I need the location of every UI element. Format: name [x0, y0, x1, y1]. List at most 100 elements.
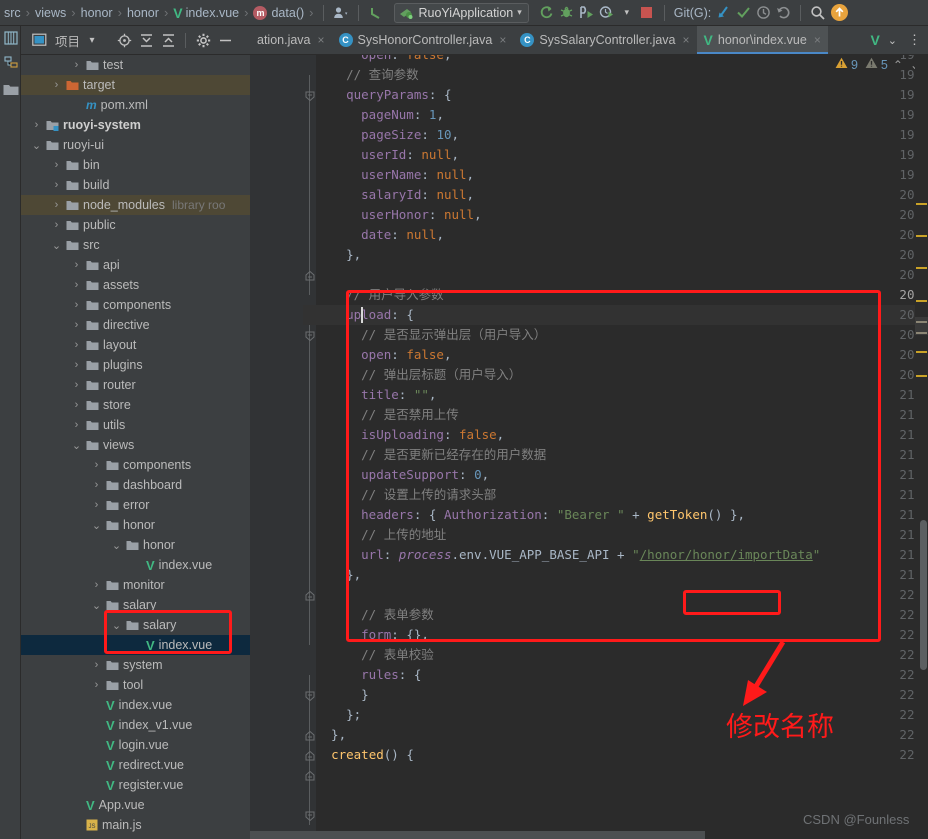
- chevron-right-icon[interactable]: ›: [51, 219, 62, 231]
- structure-tool-icon[interactable]: [0, 50, 21, 74]
- fold-marker-collapse-224[interactable]: [305, 689, 315, 704]
- code-line-206[interactable]: upload: {: [316, 305, 414, 325]
- code-line-199[interactable]: userName: null,: [316, 165, 474, 185]
- code-line-212[interactable]: isUploading: false,: [316, 425, 504, 445]
- tree-item-system[interactable]: › system: [21, 655, 250, 675]
- run-configuration-selector[interactable]: RuoYiApplication ▾: [394, 2, 529, 23]
- chevron-down-icon[interactable]: ⌄: [111, 619, 122, 632]
- tree-item-store[interactable]: › store: [21, 395, 250, 415]
- rerun-icon[interactable]: [537, 3, 557, 23]
- chevron-right-icon[interactable]: ›: [51, 159, 62, 171]
- tree-item-honor[interactable]: ⌄ honor: [21, 515, 250, 535]
- inspection-status[interactable]: 9 5 ⌃ ⌄: [835, 57, 922, 72]
- marker-warning[interactable]: [916, 235, 927, 237]
- code-line-216[interactable]: headers: { Authorization: "Bearer " + ge…: [316, 505, 745, 525]
- commit-icon[interactable]: [733, 3, 753, 23]
- stop-icon[interactable]: [637, 3, 657, 23]
- tree-item-honor[interactable]: ⌄ honor: [21, 535, 250, 555]
- code-line-200[interactable]: salaryId: null,: [316, 185, 474, 205]
- code-line-225[interactable]: }: [316, 685, 369, 705]
- tree-item-ruoyi-ui[interactable]: ⌄ ruoyi-ui: [21, 135, 250, 155]
- code-line-207[interactable]: // 是否显示弹出层（用户导入）: [316, 325, 546, 345]
- tree-item-ruoyi-system[interactable]: › ruoyi-system: [21, 115, 250, 135]
- tree-item-salary[interactable]: ⌄ salary: [21, 615, 250, 635]
- code-line-205[interactable]: // 用户导入参数: [316, 285, 444, 305]
- code-line-201[interactable]: userHonor: null,: [316, 205, 481, 225]
- tree-item-components[interactable]: › components: [21, 455, 250, 475]
- tree-item-assets[interactable]: › assets: [21, 275, 250, 295]
- marker-warning[interactable]: [916, 203, 927, 205]
- tree-item-build[interactable]: › build: [21, 175, 250, 195]
- code-line-226[interactable]: };: [316, 705, 361, 725]
- tree-item-login-vue[interactable]: Vlogin.vue: [21, 735, 250, 755]
- tree-item-api[interactable]: › api: [21, 255, 250, 275]
- chevron-down-icon-project[interactable]: ▾: [82, 30, 102, 50]
- marker-weak[interactable]: [916, 321, 927, 323]
- chevron-down-icon[interactable]: ⌄: [91, 519, 102, 532]
- chevron-right-icon[interactable]: ›: [71, 379, 82, 391]
- code-line-193[interactable]: open: false,: [316, 55, 451, 65]
- tree-item-index-vue[interactable]: Vindex.vue: [21, 695, 250, 715]
- tree-item-app-vue[interactable]: V App.vue: [21, 795, 250, 815]
- tree-item-views[interactable]: ⌄ views: [21, 435, 250, 455]
- fold-marker-collapse-195[interactable]: [305, 89, 315, 104]
- code-line-196[interactable]: pageNum: 1,: [316, 105, 444, 125]
- breadcrumb[interactable]: src › views › honor › honor › Vindex.vue › m data()…: [0, 0, 316, 26]
- push-update-icon[interactable]: [831, 4, 849, 21]
- code-line-214[interactable]: updateSupport: 0,: [316, 465, 489, 485]
- fold-marker-expand-226[interactable]: [305, 749, 315, 764]
- chevron-right-icon[interactable]: ›: [71, 279, 82, 291]
- close-icon[interactable]: ×: [683, 33, 690, 47]
- tree-item-layout[interactable]: › layout: [21, 335, 250, 355]
- tree-item-plugins[interactable]: › plugins: [21, 355, 250, 375]
- breadcrumb-item-views[interactable]: views: [33, 6, 68, 20]
- tree-item-tool[interactable]: › tool: [21, 675, 250, 695]
- chevron-right-icon[interactable]: ›: [71, 259, 82, 271]
- chevron-right-icon[interactable]: ›: [51, 199, 62, 211]
- tree-item-target[interactable]: › target: [21, 75, 250, 95]
- locate-icon[interactable]: [114, 30, 134, 50]
- code-line-203[interactable]: },: [316, 245, 361, 265]
- collapse-all-icon[interactable]: [158, 30, 178, 50]
- tree-item-src[interactable]: ⌄ src: [21, 235, 250, 255]
- expand-all-icon[interactable]: [136, 30, 156, 50]
- fold-marker-collapse-228[interactable]: [305, 809, 315, 824]
- code-line-210[interactable]: title: "",: [316, 385, 436, 405]
- chevron-right-icon[interactable]: ›: [71, 399, 82, 411]
- editor-marker-strip[interactable]: [915, 55, 928, 839]
- code-line-222[interactable]: form: {},: [316, 625, 429, 645]
- chevron-down-icon-tabs[interactable]: ⌄: [883, 34, 902, 47]
- chevron-right-icon[interactable]: ›: [51, 179, 62, 191]
- chevron-down-icon[interactable]: ▾: [517, 7, 522, 18]
- chevron-down-icon-profile[interactable]: ▾: [617, 3, 637, 23]
- tab-ation-java[interactable]: ation.java ×: [250, 26, 332, 54]
- marker-warning[interactable]: [916, 300, 927, 302]
- code-line-194[interactable]: // 查询参数: [316, 65, 419, 85]
- code-line-202[interactable]: date: null,: [316, 225, 444, 245]
- project-tool-icon[interactable]: [0, 26, 21, 50]
- code-line-223[interactable]: // 表单校验: [316, 645, 434, 665]
- tree-item-router[interactable]: › router: [21, 375, 250, 395]
- tree-item-components[interactable]: › components: [21, 295, 250, 315]
- chevron-right-icon[interactable]: ›: [91, 459, 102, 471]
- tree-item-error[interactable]: › error: [21, 495, 250, 515]
- fold-marker-expand-203[interactable]: [305, 269, 315, 284]
- tree-item-directive[interactable]: › directive: [21, 315, 250, 335]
- editor-vertical-scrollbar[interactable]: [920, 520, 927, 670]
- fold-marker-expand-227[interactable]: [305, 769, 315, 784]
- code-line-217[interactable]: // 上传的地址: [316, 525, 446, 545]
- history-icon[interactable]: [753, 3, 773, 23]
- breadcrumb-item-honor[interactable]: honor: [79, 6, 115, 20]
- fold-marker-collapse-206[interactable]: [305, 329, 315, 344]
- code-line-221[interactable]: // 表单参数: [316, 605, 434, 625]
- tree-item-dashboard[interactable]: › dashboard: [21, 475, 250, 495]
- breadcrumb-item-data--[interactable]: m data(): [251, 5, 306, 20]
- tree-item-utils[interactable]: › utils: [21, 415, 250, 435]
- marker-warning[interactable]: [916, 375, 927, 377]
- code-line-209[interactable]: // 弹出层标题（用户导入）: [316, 365, 521, 385]
- editor-tab-bar[interactable]: ation.java × C SysHonorController.java × C Sys…: [250, 26, 928, 55]
- code-line-213[interactable]: // 是否更新已经存在的用户数据: [316, 445, 546, 465]
- chevron-right-icon[interactable]: ›: [91, 579, 102, 591]
- tab-honor-index-vue[interactable]: Vhonor\index.vue ×: [696, 26, 829, 54]
- chevron-right-icon[interactable]: ›: [71, 339, 82, 351]
